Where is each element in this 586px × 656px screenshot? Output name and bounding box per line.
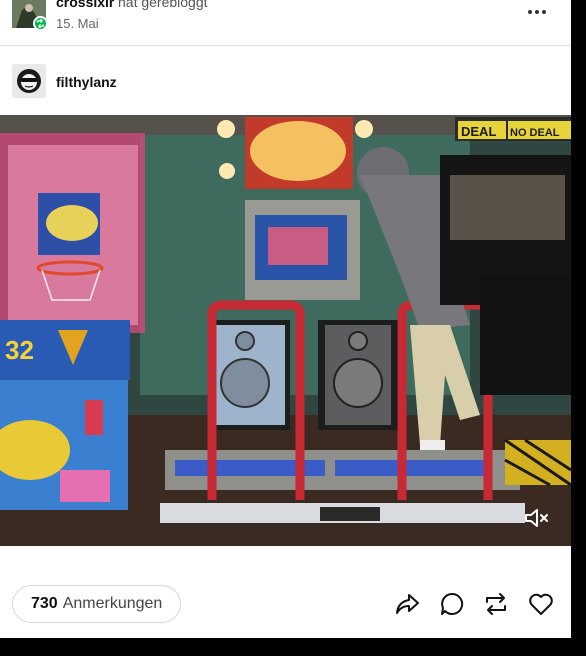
- page-scrollbar[interactable]: [571, 0, 586, 656]
- heart-icon[interactable]: [527, 590, 555, 618]
- reblog-badge-icon: [33, 16, 48, 31]
- post-author-row: filthylanz: [0, 47, 571, 115]
- notes-count: 730: [31, 595, 58, 612]
- volume-muted-icon[interactable]: [523, 506, 551, 530]
- post-author-avatar[interactable]: [12, 64, 46, 98]
- deal-sign-left: DEAL: [461, 124, 496, 139]
- reblog-icon[interactable]: [482, 590, 510, 618]
- video-frame: 32 DEAL NO DEAL: [0, 115, 571, 546]
- video-player[interactable]: 32 DEAL NO DEAL: [0, 115, 571, 546]
- basketball-score: 32: [5, 335, 34, 365]
- post-author-name[interactable]: filthylanz: [56, 74, 117, 90]
- reblog-action-text: hat gerebloggt: [118, 0, 208, 10]
- reblog-date[interactable]: 15. Mai: [56, 16, 99, 31]
- reblogger-name[interactable]: crossixir: [56, 0, 114, 10]
- reply-icon[interactable]: [438, 590, 466, 618]
- notes-label: Anmerkungen: [62, 595, 163, 612]
- post-card: crossixir hat gerebloggt 15. Mai filthyl…: [0, 0, 571, 638]
- more-dots-icon[interactable]: [525, 4, 549, 20]
- share-icon[interactable]: [393, 590, 421, 618]
- reblog-header: crossixir hat gerebloggt 15. Mai: [0, 0, 571, 46]
- deal-sign-right: NO DEAL: [510, 127, 560, 139]
- notes-button[interactable]: 730 Anmerkungen: [12, 585, 182, 623]
